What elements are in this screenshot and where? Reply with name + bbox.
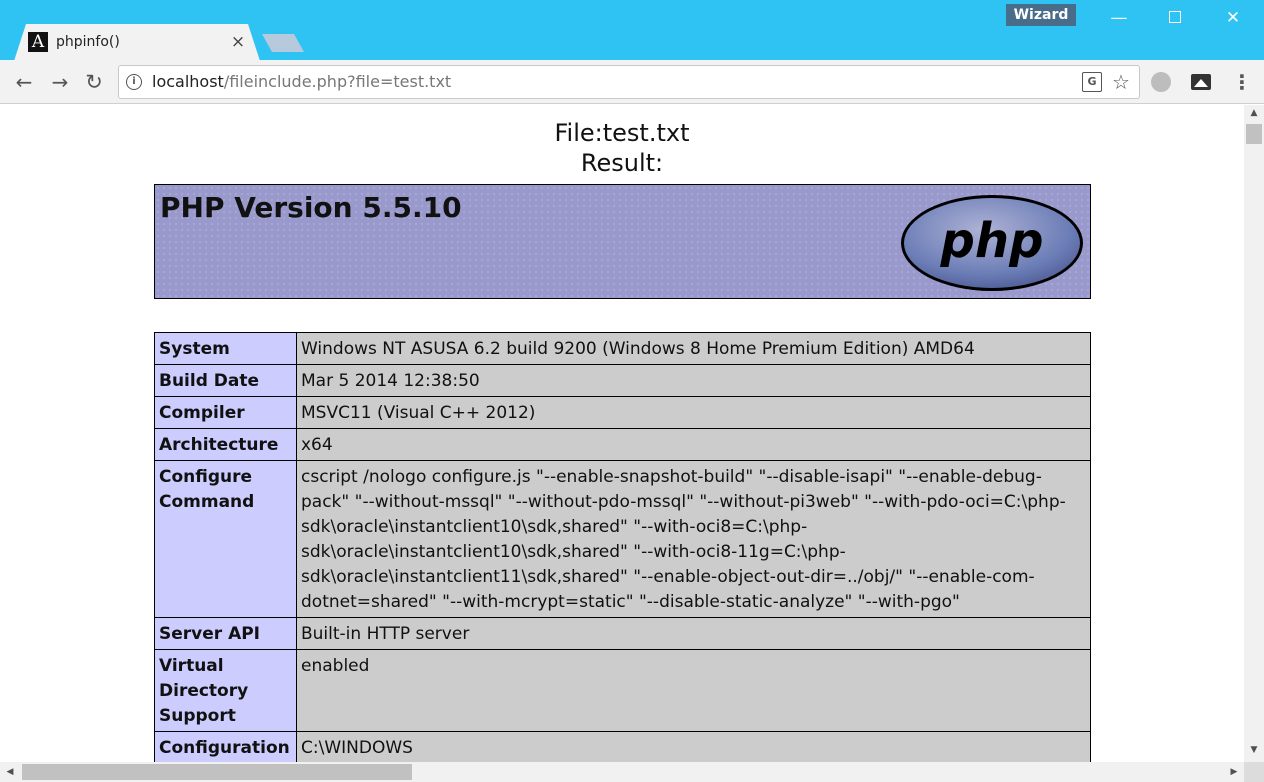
scroll-left-icon[interactable]: ◀ <box>2 762 18 782</box>
table-row: Server API Built-in HTTP server <box>154 617 1091 650</box>
row-value: x64 <box>296 428 1091 461</box>
maximize-button[interactable] <box>1146 0 1204 36</box>
scrollbar-corner <box>1244 762 1264 782</box>
vertical-scrollbar[interactable] <box>1244 105 1264 762</box>
translate-icon[interactable]: G <box>1082 72 1102 92</box>
url-host: localhost <box>152 72 224 91</box>
back-arrow-icon[interactable]: ← <box>10 68 38 96</box>
php-info-table: System Windows NT ASUSA 6.2 build 9200 (W… <box>154 332 1091 762</box>
row-label: Configuration <box>154 731 297 762</box>
scroll-down-icon[interactable]: ▼ <box>1244 742 1264 758</box>
page-viewport: File:test.txt Result: PHP Version 5.5.10… <box>0 105 1244 762</box>
php-logo[interactable]: php <box>899 193 1085 293</box>
table-row: Build Date Mar 5 2014 12:38:50 <box>154 364 1091 397</box>
row-value: Windows NT ASUSA 6.2 build 9200 (Windows… <box>296 332 1091 365</box>
php-version-header: PHP Version 5.5.10 php <box>154 184 1091 299</box>
table-row: Virtual Directory Support enabled <box>154 649 1091 732</box>
table-row: Configure Command cscript /nologo configu… <box>154 460 1091 618</box>
row-label: Configure Command <box>154 460 297 618</box>
row-value: cscript /nologo configure.js "--enable-s… <box>296 460 1091 618</box>
row-value: C:\WINDOWS <box>296 731 1091 762</box>
row-value: MSVC11 (Visual C++ 2012) <box>296 396 1091 429</box>
result-label: Result: <box>580 149 664 177</box>
row-label: Server API <box>154 617 297 650</box>
tab-title[interactable]: phpinfo() <box>56 32 120 52</box>
row-value: enabled <box>296 649 1091 732</box>
row-value: Built-in HTTP server <box>296 617 1091 650</box>
maximize-icon <box>1169 10 1181 23</box>
table-row: Architecture x64 <box>154 428 1091 461</box>
table-row: Compiler MSVC11 (Visual C++ 2012) <box>154 396 1091 429</box>
globe-extension-icon[interactable] <box>1151 72 1171 92</box>
row-label: Build Date <box>154 364 297 397</box>
table-row: Configuration C:\WINDOWS <box>154 731 1091 762</box>
row-label: System <box>154 332 297 365</box>
info-icon[interactable]: i <box>126 74 142 90</box>
close-tab-icon[interactable]: × <box>229 32 247 52</box>
row-label: Virtual Directory Support <box>154 649 297 732</box>
file-label: File:test.txt <box>554 119 690 147</box>
url-text[interactable]: localhost/fileinclude.php?file=test.txt <box>152 70 451 94</box>
minimize-button[interactable]: — <box>1090 0 1148 36</box>
scroll-up-icon[interactable]: ▲ <box>1244 105 1264 121</box>
table-row: System Windows NT ASUSA 6.2 build 9200 (W… <box>154 332 1091 365</box>
reload-icon[interactable]: ↻ <box>80 68 108 96</box>
profile-badge[interactable]: Wizard <box>1006 4 1076 26</box>
forward-arrow-icon[interactable]: → <box>46 68 74 96</box>
close-window-button[interactable]: ✕ <box>1204 0 1262 36</box>
star-icon[interactable]: ☆ <box>1110 70 1132 94</box>
horizontal-scroll-thumb[interactable] <box>22 764 412 780</box>
php-version-title: PHP Version 5.5.10 <box>160 191 462 224</box>
row-value: Mar 5 2014 12:38:50 <box>296 364 1091 397</box>
menu-icon[interactable]: ⋮ <box>1232 70 1252 94</box>
scroll-right-icon[interactable]: ▶ <box>1226 762 1242 782</box>
php-logo-text: php <box>940 213 1044 269</box>
url-path: /fileinclude.php?file=test.txt <box>223 72 452 91</box>
tab-favicon-icon: A <box>28 32 48 52</box>
tab-phpinfo[interactable] <box>14 24 260 61</box>
row-label: Compiler <box>154 396 297 429</box>
image-extension-icon[interactable] <box>1191 74 1211 90</box>
row-label: Architecture <box>154 428 297 461</box>
vertical-scroll-thumb[interactable] <box>1246 124 1262 144</box>
